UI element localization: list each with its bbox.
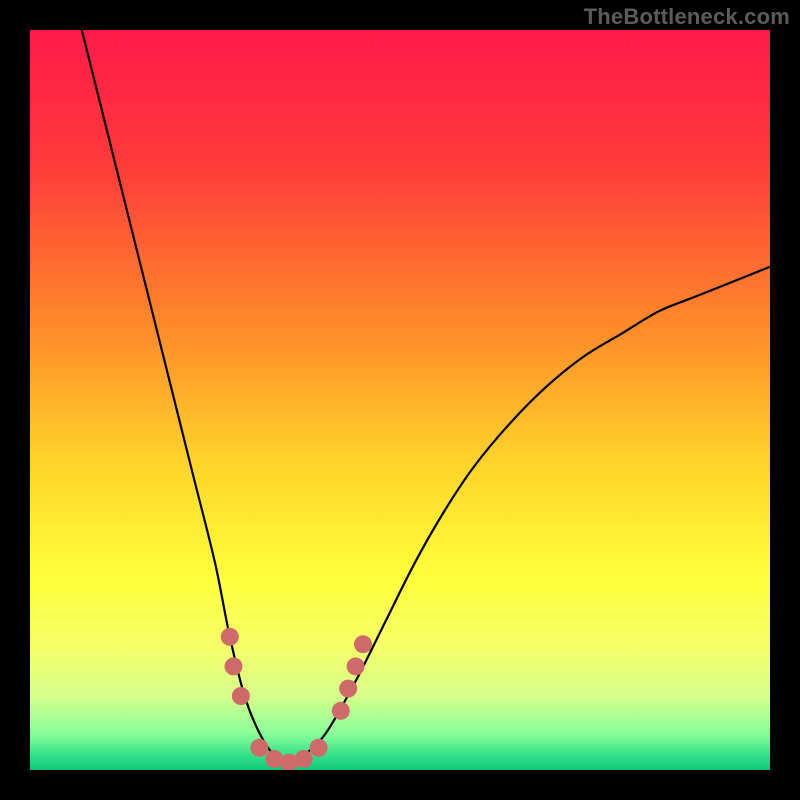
plot-background xyxy=(30,30,770,770)
highlight-dot xyxy=(354,635,372,653)
highlight-dot xyxy=(347,657,365,675)
highlight-dot xyxy=(332,702,350,720)
highlight-dot xyxy=(310,739,328,757)
highlight-dot xyxy=(339,680,357,698)
highlight-dot xyxy=(250,739,268,757)
highlight-dot xyxy=(221,628,239,646)
highlight-dot xyxy=(232,687,250,705)
highlight-dot xyxy=(295,750,313,768)
watermark-text: TheBottleneck.com xyxy=(584,4,790,30)
bottleneck-chart xyxy=(30,30,770,770)
chart-frame: TheBottleneck.com xyxy=(0,0,800,800)
highlight-dot xyxy=(225,657,243,675)
